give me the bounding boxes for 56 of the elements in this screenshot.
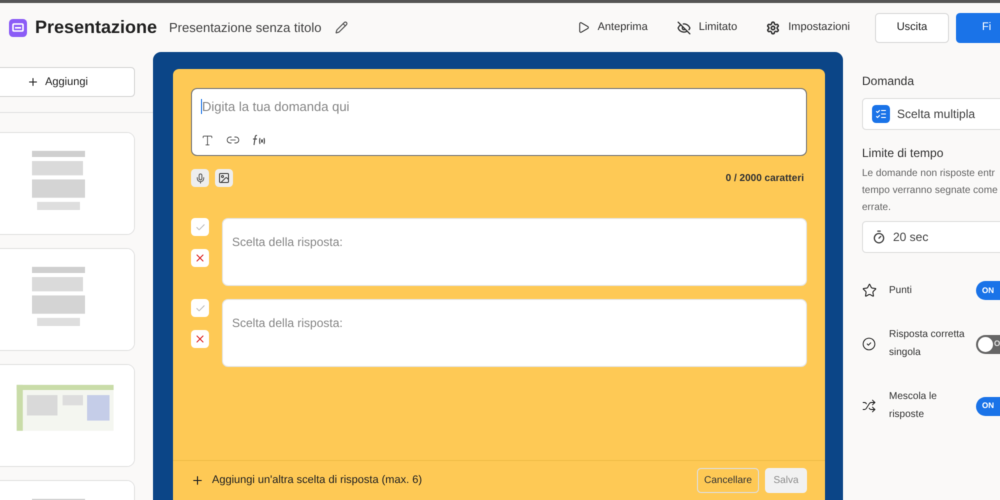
toolbar-button[interactable]: Limitato [676, 19, 738, 36]
question-placeholder: Digita la tua domanda qui [201, 99, 797, 114]
close-icon [194, 252, 206, 264]
time-limit-select[interactable]: 20 sec [862, 221, 1000, 253]
toggle-label: Punti [889, 284, 913, 298]
check-icon [194, 222, 206, 232]
time-description: Le domande non risposte entr tempo verranno segnate come errate. [862, 167, 999, 215]
edit-icon[interactable] [335, 21, 348, 34]
microphone-button[interactable] [191, 169, 209, 187]
toggle-text: O [994, 338, 1000, 350]
toolbar-button[interactable]: Impostazioni [766, 19, 850, 36]
question-type-select[interactable]: Scelta multipla [862, 98, 1000, 130]
answer-field[interactable]: Scelta della risposta: [222, 218, 807, 286]
delete-answer-button[interactable] [191, 330, 209, 348]
exit-button[interactable]: Uscita [875, 12, 949, 42]
toggle-label: Mescola le risposte [889, 390, 938, 422]
microphone-icon [194, 172, 206, 184]
section-label: Domanda [862, 73, 916, 90]
app-name: Presentazione [35, 16, 158, 39]
question-field[interactable]: Digita la tua domanda qui [191, 88, 807, 156]
answer-field[interactable]: Scelta della risposta: [222, 299, 807, 367]
eye-off-icon [676, 20, 691, 34]
toggle-text: ON [982, 284, 994, 296]
close-icon [194, 333, 206, 345]
star-icon [862, 283, 877, 298]
add-slide-button[interactable]: Aggiungi [0, 67, 135, 97]
primary-button[interactable]: Fi [956, 12, 1000, 42]
plus-icon [191, 474, 204, 487]
section-label: Limite di tempo [862, 145, 944, 162]
text-format-icon[interactable] [201, 134, 214, 146]
function-icon[interactable] [252, 134, 266, 146]
play-icon [576, 21, 590, 34]
cancel-button[interactable]: Cancellare [697, 468, 759, 493]
toggle-switch[interactable]: O [976, 334, 1000, 354]
add-answer-button[interactable]: Aggiungi un'altra scelta di risposta (max. 6) [191, 472, 422, 489]
toggle-label: Risposta corretta singola [889, 328, 966, 360]
check-circle-icon [862, 337, 876, 351]
image-button[interactable] [215, 169, 233, 187]
delete-answer-button[interactable] [191, 249, 209, 267]
settings-icon [766, 20, 780, 34]
toggle-switch[interactable]: ON [976, 396, 1000, 416]
toggle-switch[interactable]: ON [976, 281, 1000, 300]
toggle-text: ON [982, 400, 994, 412]
document-title: Presentazione senza titolo [169, 18, 322, 37]
logo-icon [9, 18, 27, 36]
check-icon [194, 302, 206, 314]
toggle-knob [978, 336, 993, 352]
answer-placeholder: Scelta della risposta: [232, 235, 343, 249]
answer-placeholder: Scelta della risposta: [232, 316, 343, 330]
toolbar-button[interactable]: Anteprima [576, 19, 648, 36]
shuffle-icon [862, 399, 876, 413]
list-icon [872, 105, 890, 123]
plus-icon [27, 76, 40, 88]
image-icon [218, 172, 230, 184]
timer-icon [872, 230, 886, 244]
character-count: 0 / 2000 caratteri [726, 172, 804, 186]
